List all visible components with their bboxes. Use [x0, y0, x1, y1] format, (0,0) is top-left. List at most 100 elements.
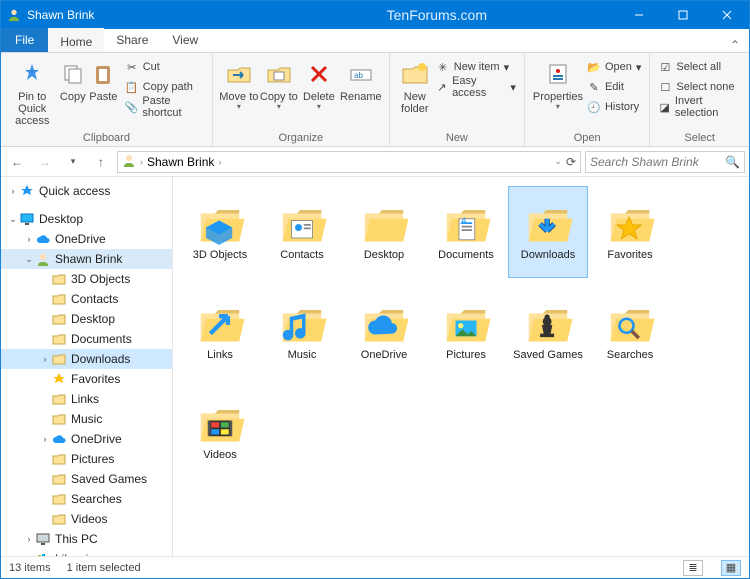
tree-item-label: Saved Games — [71, 472, 147, 486]
breadcrumb-root[interactable]: Shawn Brink — [147, 155, 214, 169]
tree-item-this-pc[interactable]: ›This PC — [1, 529, 172, 549]
tree-item-onedrive[interactable]: ›OneDrive — [1, 229, 172, 249]
new-item-button[interactable]: ✳New item ▾ — [434, 57, 518, 77]
user-icon — [35, 251, 51, 267]
chevron-icon[interactable]: ⌄ — [23, 254, 35, 265]
tree-item-documents[interactable]: Documents — [1, 329, 172, 349]
chevron-icon[interactable]: › — [39, 354, 51, 364]
close-button[interactable] — [705, 1, 749, 29]
content-pane[interactable]: 3D Objects Contacts Desktop A Documents … — [173, 177, 749, 556]
folder-icon — [520, 189, 576, 245]
easy-access-button[interactable]: ↗Easy access ▾ — [434, 77, 518, 97]
address-dropdown-button[interactable]: ⌄ — [554, 156, 562, 167]
details-view-button[interactable]: ≣ — [683, 560, 703, 576]
ribbon-collapse-button[interactable]: ⌃ — [721, 38, 749, 52]
maximize-button[interactable] — [661, 1, 705, 29]
tree-item-pictures[interactable]: Pictures — [1, 449, 172, 469]
folder-label: Links — [207, 349, 233, 361]
new-folder-button[interactable]: New folder — [396, 55, 434, 115]
tree-item-videos[interactable]: Videos — [1, 509, 172, 529]
chevron-icon[interactable]: ⌄ — [7, 214, 19, 225]
folder-favorites[interactable]: Favorites — [591, 187, 669, 277]
paste-button[interactable]: Paste — [88, 55, 119, 103]
onedrive-icon — [51, 431, 67, 447]
user-icon — [7, 8, 21, 22]
tree-item-contacts[interactable]: Contacts — [1, 289, 172, 309]
folder-3d-objects[interactable]: 3D Objects — [181, 187, 259, 277]
tree-item-libraries[interactable]: ›Libraries — [1, 549, 172, 556]
up-button[interactable]: ↑ — [89, 150, 113, 174]
copy-button[interactable]: Copy — [57, 55, 88, 103]
chevron-right-icon[interactable]: › — [140, 157, 143, 167]
chevron-icon[interactable]: › — [23, 234, 35, 244]
tree-item-shawn-brink[interactable]: ⌄Shawn Brink — [1, 249, 172, 269]
folder-icon — [51, 331, 67, 347]
folder-desktop[interactable]: Desktop — [345, 187, 423, 277]
forward-button[interactable]: → — [33, 150, 57, 174]
rename-label: Rename — [340, 91, 382, 103]
folder-icon — [51, 311, 67, 327]
tree-item-music[interactable]: Music — [1, 409, 172, 429]
pin-to-quick-access-button[interactable]: Pin to Quick access — [7, 55, 57, 127]
tree-item-label: Downloads — [71, 352, 130, 366]
tree-item-desktop[interactable]: ⌄Desktop — [1, 209, 172, 229]
open-button[interactable]: 📂Open ▾ — [585, 57, 643, 77]
tree-item-downloads[interactable]: › Downloads — [1, 349, 172, 369]
minimize-button[interactable] — [617, 1, 661, 29]
delete-button[interactable]: Delete▾ — [299, 55, 339, 112]
copy-path-button[interactable]: 📋Copy path — [123, 77, 206, 97]
tree-item-searches[interactable]: Searches — [1, 489, 172, 509]
group-clipboard: Pin to Quick access Copy Paste ✂Cut 📋Cop… — [1, 53, 213, 146]
file-tab[interactable]: File — [1, 28, 48, 52]
back-button[interactable]: ← — [5, 150, 29, 174]
edit-button[interactable]: ✎Edit — [585, 77, 643, 97]
invert-selection-button[interactable]: ◪Invert selection — [656, 97, 743, 117]
paste-shortcut-button[interactable]: 📎Paste shortcut — [123, 97, 206, 117]
cut-button[interactable]: ✂Cut — [123, 57, 206, 77]
chevron-icon[interactable]: › — [23, 534, 35, 544]
folder-saved-games[interactable]: Saved Games — [509, 287, 587, 377]
tree-item-favorites[interactable]: Favorites — [1, 369, 172, 389]
folder-label: Desktop — [364, 249, 404, 261]
tree-item-onedrive[interactable]: ›OneDrive — [1, 429, 172, 449]
move-to-icon — [224, 59, 254, 89]
copy-icon — [58, 59, 88, 89]
tab-share[interactable]: Share — [104, 28, 160, 52]
cut-icon: ✂ — [125, 60, 139, 74]
recent-locations-button[interactable]: ▾ — [61, 150, 85, 174]
folder-label: Contacts — [280, 249, 323, 261]
folder-documents[interactable]: A Documents — [427, 187, 505, 277]
chevron-icon[interactable]: › — [39, 434, 51, 444]
move-to-button[interactable]: Move to▾ — [219, 55, 259, 112]
tree-item-links[interactable]: Links — [1, 389, 172, 409]
folder-pictures[interactable]: Pictures — [427, 287, 505, 377]
rename-button[interactable]: ab Rename — [339, 55, 383, 103]
folder-contacts[interactable]: Contacts — [263, 187, 341, 277]
chevron-right-icon[interactable]: › — [218, 157, 221, 167]
folder-label: Documents — [438, 249, 494, 261]
folder-searches[interactable]: Searches — [591, 287, 669, 377]
invert-selection-icon: ◪ — [658, 100, 671, 114]
select-none-button[interactable]: ☐Select none — [656, 77, 743, 97]
tree-item-desktop[interactable]: Desktop — [1, 309, 172, 329]
icons-view-button[interactable]: ▦ — [721, 560, 741, 576]
tab-home[interactable]: Home — [48, 28, 104, 52]
history-button[interactable]: 🕘History — [585, 97, 643, 117]
search-input[interactable]: Search Shawn Brink 🔍 — [585, 151, 745, 173]
folder-downloads[interactable]: Downloads — [509, 187, 587, 277]
chevron-icon[interactable]: › — [7, 186, 19, 196]
copy-to-button[interactable]: Copy to▾ — [259, 55, 299, 112]
navigation-pane[interactable]: ›Quick access⌄Desktop›OneDrive⌄Shawn Bri… — [1, 177, 173, 556]
select-all-button[interactable]: ☑Select all — [656, 57, 743, 77]
properties-button[interactable]: Properties▾ — [531, 55, 585, 112]
tree-item-quick-access[interactable]: ›Quick access — [1, 181, 172, 201]
folder-music[interactable]: Music — [263, 287, 341, 377]
tab-view[interactable]: View — [160, 28, 210, 52]
refresh-button[interactable]: ⟳ — [566, 155, 576, 169]
tree-item-saved-games[interactable]: Saved Games — [1, 469, 172, 489]
folder-onedrive[interactable]: OneDrive — [345, 287, 423, 377]
tree-item-3d-objects[interactable]: 3D Objects — [1, 269, 172, 289]
address-bar[interactable]: › Shawn Brink › ⌄ ⟳ — [117, 151, 581, 173]
folder-videos[interactable]: Videos — [181, 387, 259, 477]
folder-links[interactable]: Links — [181, 287, 259, 377]
